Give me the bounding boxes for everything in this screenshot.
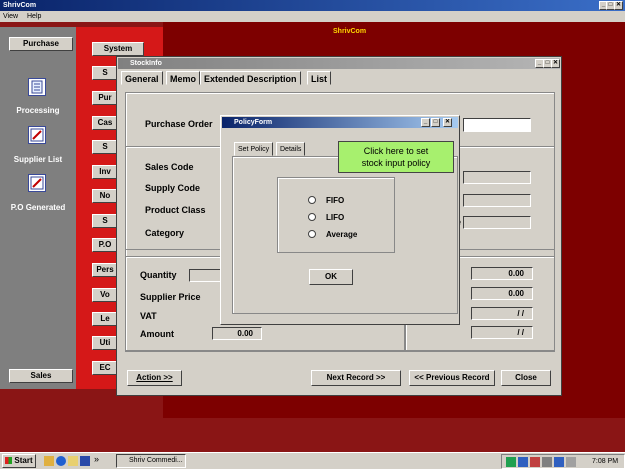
browser-icon[interactable] [56,456,66,466]
module-button[interactable]: S [92,214,118,228]
tray-icon[interactable] [554,457,564,467]
date-field[interactable]: / / [471,307,533,320]
tooltip: Click here to set stock input policy [338,141,454,173]
taskbar-app-button[interactable]: Shriv Commedi... [116,454,186,468]
minimize-button[interactable]: _ [421,118,430,127]
stockinfo-title-bar: StockInfo _ □ ✕ [118,58,560,69]
previous-record-button[interactable]: << Previous Record [409,370,495,386]
tray-icon[interactable] [530,457,540,467]
purchase-order-label: Purchase Order [145,119,213,129]
supply-code-label: Supply Code [145,183,201,193]
menu-view[interactable]: View [3,13,18,20]
module-system[interactable]: System [92,42,144,56]
summary-field[interactable]: 0.00 [471,267,533,280]
tray-icon[interactable] [506,457,516,467]
sidebar-item-supplier-list[interactable]: Supplier List [0,155,76,164]
module-button[interactable]: No [92,189,118,203]
tooltip-line-2: stock input policy [361,158,431,168]
system-tray: 7:08 PM [501,454,625,469]
sidebar-item-processing[interactable]: Processing [0,106,76,115]
policyform-title-bar: PolicyForm _ □ ✕ [222,117,458,128]
date-field[interactable]: / / [471,326,533,339]
radio-average[interactable] [308,230,316,238]
code-field[interactable] [463,171,531,184]
close-button[interactable]: ✕ [551,59,560,68]
close-button[interactable]: ✕ [614,1,623,10]
amount-label: Amount [140,329,174,339]
module-button[interactable]: P.O [92,238,118,252]
tray-icon[interactable] [518,457,528,467]
document-icon[interactable] [28,78,46,96]
tooltip-line-1: Click here to set [363,146,429,156]
quicklaunch-chevron[interactable]: » [94,454,99,464]
module-button[interactable]: S [92,66,118,80]
module-button[interactable]: Le [92,312,118,326]
windows-logo-icon [5,457,13,465]
category-label: Category [145,228,185,238]
tray-icon[interactable] [542,457,552,467]
vat-label: VAT [140,311,157,321]
action-button[interactable]: Action >> [127,370,182,386]
module-button[interactable]: Cas [92,116,118,130]
start-button[interactable]: Start [2,454,36,468]
stockinfo-title: StockInfo [130,60,162,67]
quantity-label: Quantity [140,270,177,280]
ok-button[interactable]: OK [309,269,353,285]
menu-help[interactable]: Help [27,13,41,20]
amount-field[interactable]: 0.00 [212,327,262,340]
desktop-icon[interactable] [44,456,54,466]
tab-extended-description[interactable]: Extended Description [200,71,301,85]
taskbar: Start » Shriv Commedi... 7:08 PM [0,452,625,469]
app-icon[interactable] [80,456,90,466]
product-class-label: Product Class [145,205,206,215]
close-button[interactable]: Close [501,370,551,386]
module-button[interactable]: EC [92,361,118,375]
tab-memo[interactable]: Memo [166,71,201,85]
start-label: Start [14,456,33,465]
volume-icon[interactable] [566,457,576,467]
checklist-icon[interactable] [28,174,46,192]
module-button[interactable]: Uti [92,336,118,350]
tab-list[interactable]: List [307,71,332,85]
module-button[interactable]: Vo [92,288,118,302]
app-title: ShrivCom [3,2,37,9]
summary-field[interactable]: 0.00 [471,287,533,300]
module-button[interactable]: Inv [92,165,118,179]
module-button[interactable]: Pers [92,263,118,277]
menu-bar: View Help [0,11,625,22]
next-record-button[interactable]: Next Record >> [311,370,401,386]
folder-icon[interactable] [68,456,78,466]
sales-button[interactable]: Sales [9,369,73,383]
supplier-price-label: Supplier Price [140,292,201,302]
code-field[interactable] [463,194,531,207]
clock[interactable]: 7:08 PM [592,458,618,465]
option-lifo-label: LIFO [326,213,345,222]
radio-fifo[interactable] [308,196,316,204]
taskbar-app-label: Shriv Commedi... [129,457,183,464]
checklist-icon[interactable] [28,126,46,144]
policyform-title: PolicyForm [234,119,273,126]
module-button[interactable]: S [92,140,118,154]
code-field[interactable] [463,216,531,229]
option-average-label: Average [326,230,358,239]
module-button[interactable]: Pur [92,91,118,105]
sidebar-item-po-generated[interactable]: P.O Generated [0,203,76,212]
brand-label: ShrivCom [333,28,367,35]
app-title-bar: ShrivCom _ □ ✕ [0,0,625,11]
quantity-field[interactable] [189,269,221,282]
purchase-button[interactable]: Purchase [9,37,73,51]
tab-general[interactable]: General [121,71,163,85]
purchase-order-field[interactable] [463,118,531,132]
tab-set-policy[interactable]: Set Policy [234,142,274,156]
maximize-button[interactable]: □ [431,118,440,127]
option-fifo-label: FIFO [326,196,345,205]
close-button[interactable]: ✕ [443,118,452,127]
radio-lifo[interactable] [308,213,316,221]
sales-code-label: Sales Code [145,162,194,172]
tab-details[interactable]: Details [276,142,306,156]
